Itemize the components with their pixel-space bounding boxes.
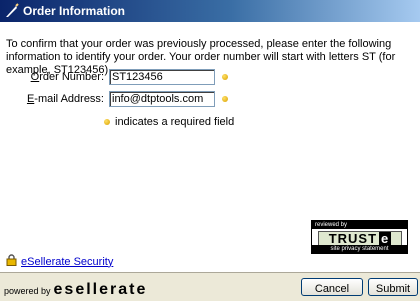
required-legend: indicates a required field [104, 116, 234, 128]
title-bar: Order Information [0, 0, 420, 22]
truste-reviewed-text: reviewed by [312, 221, 407, 229]
footer-bar: powered by esellerate Cancel Submit [0, 272, 420, 301]
email-row: E-mail Address: [24, 91, 228, 107]
required-dot-icon [104, 119, 110, 125]
form-panel: To confirm that your order was previousl… [0, 22, 420, 272]
powered-by-text: powered by [4, 286, 51, 296]
quill-icon [4, 3, 20, 19]
email-input[interactable] [109, 91, 215, 107]
lock-icon [6, 254, 17, 269]
truste-logo: TRUST e [318, 231, 402, 246]
security-link-row: eSellerate Security [6, 254, 113, 269]
required-note: indicates a required field [115, 116, 235, 128]
truste-seal[interactable]: reviewed by TRUST e site privacy statemen… [311, 220, 408, 254]
powered-by: powered by esellerate [4, 281, 147, 299]
required-dot-icon [222, 74, 228, 80]
required-dot-icon [222, 96, 228, 102]
security-link[interactable]: eSellerate Security [21, 256, 113, 268]
truste-statement: site privacy statement [312, 245, 407, 253]
cancel-button[interactable]: Cancel [301, 278, 363, 296]
order-number-input[interactable] [109, 69, 215, 85]
order-number-label: Order Number: [30, 71, 104, 83]
submit-button[interactable]: Submit [368, 278, 418, 296]
window-title: Order Information [23, 4, 126, 18]
order-number-row: Order Number: [24, 69, 228, 85]
esellerate-logo: esellerate [53, 281, 148, 298]
email-label: E-mail Address: [26, 93, 104, 105]
